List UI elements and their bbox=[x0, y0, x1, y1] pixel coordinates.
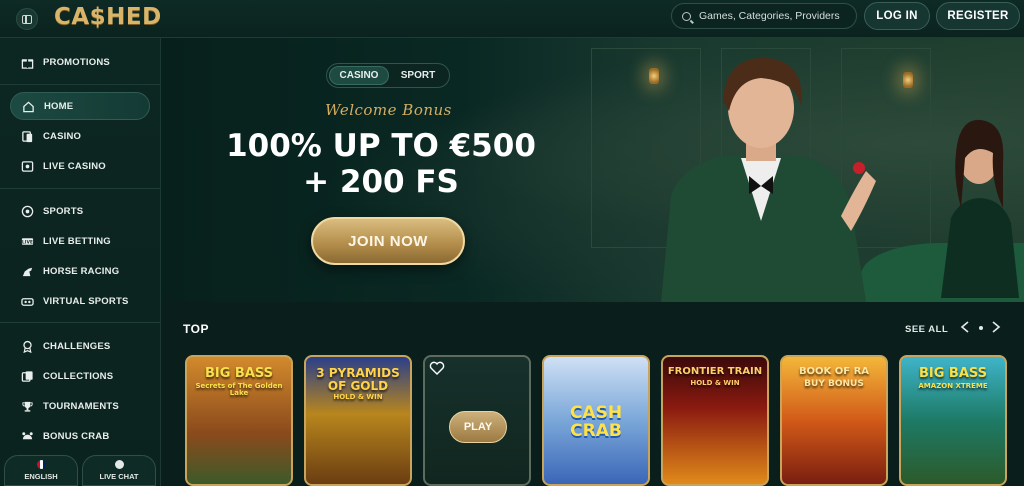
hero-woman-illustration bbox=[941, 119, 1019, 298]
crab-icon bbox=[20, 430, 34, 442]
game-card-frontier-train[interactable]: FRONTIER TRAIN HOLD & WIN bbox=[661, 355, 769, 486]
language-selector[interactable]: ENGLISH bbox=[4, 455, 78, 486]
hero-man-illustration bbox=[661, 57, 876, 302]
sidebar-item-live-betting[interactable]: LIVE LIVE BETTING bbox=[10, 227, 150, 255]
site-logo[interactable]: CA$HED bbox=[54, 4, 162, 30]
trophy-icon bbox=[20, 400, 34, 412]
live-chat-button[interactable]: LIVE CHAT bbox=[82, 455, 156, 486]
top-header: CA$HED LOG IN REGISTER bbox=[0, 0, 1024, 38]
sidebar-item-label: SPORTS bbox=[43, 205, 84, 217]
game-title: FRONTIER TRAIN HOLD & WIN bbox=[667, 366, 763, 387]
sidebar-collapse-icon bbox=[22, 14, 32, 24]
help-icon bbox=[114, 460, 124, 469]
heart-icon[interactable] bbox=[429, 361, 445, 375]
sidebar-divider bbox=[0, 322, 161, 323]
game-title: BIG BASS AMAZON XTREME bbox=[918, 366, 988, 390]
game-title: BOOK OF RA BUY BONUS bbox=[798, 366, 870, 389]
login-button[interactable]: LOG IN bbox=[864, 2, 930, 30]
award-icon bbox=[20, 340, 34, 353]
game-card-big-bass-amazon-xtreme[interactable]: BIG BASS AMAZON XTREME bbox=[899, 355, 1007, 486]
search-input[interactable] bbox=[699, 10, 849, 22]
sidebar-divider bbox=[0, 188, 161, 189]
live-cards-icon bbox=[20, 160, 34, 172]
bonus-offer-text: 100% UP TO €500 + 200 FS bbox=[201, 128, 561, 200]
sidebar-item-label: HOME bbox=[44, 100, 74, 112]
sidebar-item-home[interactable]: HOME bbox=[10, 92, 150, 120]
tab-casino[interactable]: CASINO bbox=[329, 66, 389, 85]
search-bar[interactable] bbox=[671, 3, 857, 29]
sidebar-item-label: LIVE CASINO bbox=[43, 160, 106, 172]
cards-icon bbox=[20, 130, 34, 142]
svg-text:LIVE: LIVE bbox=[22, 239, 33, 244]
home-icon bbox=[21, 100, 35, 112]
casino-sport-toggle[interactable]: CASINO SPORT bbox=[326, 63, 450, 88]
sidebar-item-promotions[interactable]: PROMOTIONS bbox=[10, 48, 150, 76]
sidebar-item-label: BONUS CRAB bbox=[43, 430, 110, 442]
game-title: CASH CRAB bbox=[569, 403, 623, 441]
sidebar-item-label: VIRTUAL SPORTS bbox=[43, 295, 129, 307]
game-title: 3 PYRAMIDS OF GOLD HOLD & WIN bbox=[316, 366, 400, 402]
next-arrow-icon[interactable] bbox=[988, 320, 1002, 334]
sidebar-toggle-button[interactable] bbox=[16, 8, 38, 30]
tab-sport[interactable]: SPORT bbox=[389, 66, 447, 85]
sidebar-item-label: TOURNAMENTS bbox=[43, 400, 119, 412]
join-now-button[interactable]: JOIN NOW bbox=[311, 217, 465, 265]
sidebar-item-challenges[interactable]: CHALLENGES bbox=[10, 332, 150, 360]
carousel-dot bbox=[979, 326, 983, 330]
offer-line-2: + 200 FS bbox=[303, 164, 459, 200]
sidebar-item-label: HORSE RACING bbox=[43, 265, 120, 277]
language-label: ENGLISH bbox=[24, 472, 58, 481]
game-title: BIG BASS Secrets of The Golden Lake bbox=[195, 366, 283, 397]
see-all-link[interactable]: SEE ALL bbox=[905, 324, 948, 335]
sidebar-item-tournaments[interactable]: TOURNAMENTS bbox=[10, 392, 150, 420]
sports-icon bbox=[20, 205, 34, 217]
hero-banner: CASINO SPORT Welcome Bonus 100% UP TO €5… bbox=[161, 38, 1024, 302]
sidebar-item-collections[interactable]: COLLECTIONS bbox=[10, 362, 150, 390]
register-button[interactable]: REGISTER bbox=[936, 2, 1020, 30]
offer-line-1: 100% UP TO €500 bbox=[226, 128, 536, 164]
sidebar-item-label: PROMOTIONS bbox=[43, 56, 110, 68]
live-chat-label: LIVE CHAT bbox=[99, 472, 139, 481]
sidebar-item-bonus-crab[interactable]: BONUS CRAB bbox=[10, 422, 150, 450]
welcome-bonus-title: Welcome Bonus bbox=[325, 101, 452, 119]
section-title-top: TOP bbox=[183, 322, 209, 336]
search-icon bbox=[682, 11, 691, 21]
game-card-cash-crab[interactable]: CASH CRAB bbox=[542, 355, 650, 486]
gift-icon bbox=[20, 56, 34, 69]
sidebar-item-virtual-sports[interactable]: VIRTUAL SPORTS bbox=[10, 287, 150, 315]
vr-icon bbox=[20, 295, 34, 307]
sidebar-item-horse-racing[interactable]: HORSE RACING bbox=[10, 257, 150, 285]
sidebar-item-live-casino[interactable]: LIVE CASINO bbox=[10, 152, 150, 180]
live-icon: LIVE bbox=[20, 235, 34, 247]
game-card-big-bass-golden-lake[interactable]: BIG BASS Secrets of The Golden Lake bbox=[185, 355, 293, 486]
collection-icon bbox=[20, 370, 34, 382]
horse-icon bbox=[20, 265, 34, 277]
wall-lamp bbox=[903, 72, 913, 88]
sidebar-item-label: LIVE BETTING bbox=[43, 235, 111, 247]
prev-arrow-icon[interactable] bbox=[959, 320, 973, 334]
sidebar-divider bbox=[0, 84, 161, 85]
sidebar: PROMOTIONS HOME CASINO LIVE CASINO SPORT… bbox=[0, 38, 161, 486]
sidebar-item-sports[interactable]: SPORTS bbox=[10, 197, 150, 225]
uk-flag-icon bbox=[36, 460, 46, 469]
sidebar-item-casino[interactable]: CASINO bbox=[10, 122, 150, 150]
sidebar-item-label: COLLECTIONS bbox=[43, 370, 114, 382]
sidebar-item-label: CASINO bbox=[43, 130, 82, 142]
game-card-3-pyramids-of-gold[interactable]: 3 PYRAMIDS OF GOLD HOLD & WIN bbox=[304, 355, 412, 486]
play-button[interactable]: PLAY bbox=[449, 411, 507, 443]
game-card-book-of-ra[interactable]: BOOK OF RA BUY BONUS bbox=[780, 355, 888, 486]
sidebar-item-label: CHALLENGES bbox=[43, 340, 111, 352]
